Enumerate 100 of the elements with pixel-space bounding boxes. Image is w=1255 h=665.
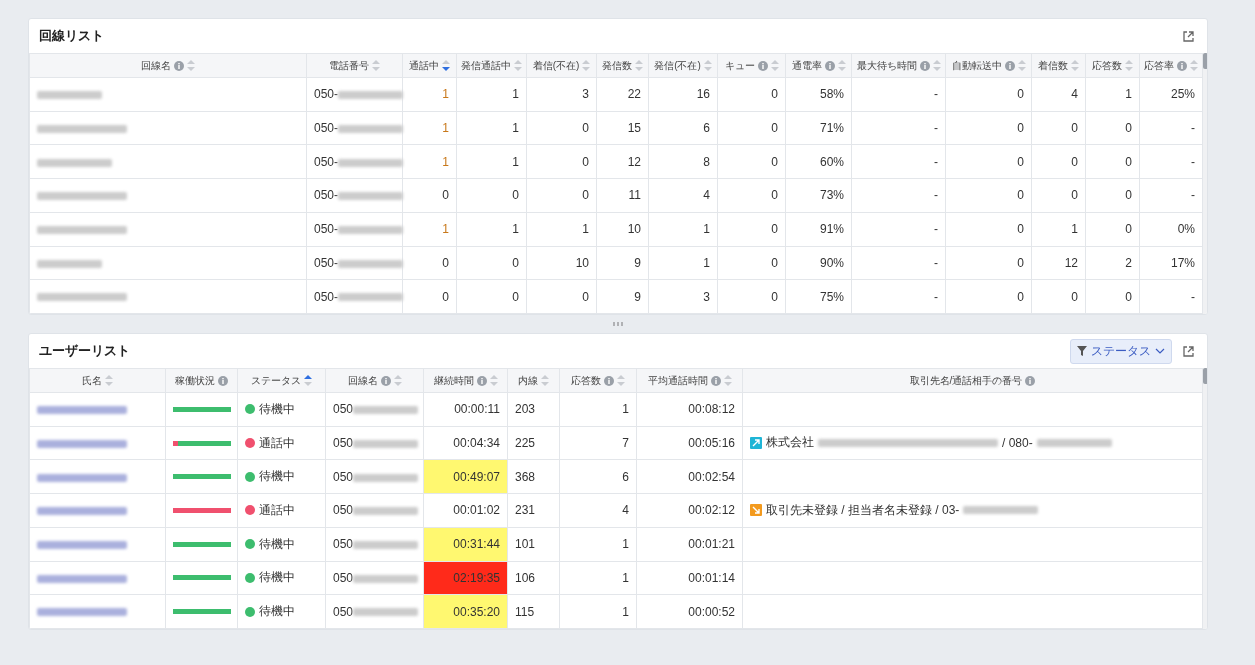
table-cell: 75%	[785, 279, 852, 314]
column-header: 応答数	[1092, 58, 1122, 73]
status-text: 待機中	[259, 603, 295, 621]
table-cell: 00:31:44	[423, 527, 508, 561]
table-cell: 0	[456, 279, 527, 314]
table-cell: 3	[526, 77, 597, 112]
table-cell: 203	[507, 392, 560, 427]
table-cell: 4	[559, 493, 637, 528]
table-cell: 0	[456, 246, 527, 280]
column-header: 自動転送中	[951, 58, 1002, 73]
table-cell: 4	[1031, 77, 1086, 112]
table-cell: 050	[325, 561, 424, 595]
table-cell: 2	[1085, 246, 1140, 280]
redacted-text	[353, 406, 419, 415]
sort-icon[interactable]	[304, 375, 312, 386]
table-cell: 6	[559, 459, 637, 494]
table-cell: 11	[596, 178, 649, 213]
table-cell: 10	[596, 212, 649, 246]
table-cell: 1	[402, 111, 457, 145]
table-cell: 368	[507, 459, 560, 494]
table-cell: 050	[325, 594, 424, 629]
redacted-text	[37, 91, 102, 100]
table-cell: 00:00:11	[423, 392, 508, 427]
table-cell: 0	[1085, 144, 1140, 179]
table-cell: -	[851, 246, 946, 280]
table-cell: 0	[526, 178, 597, 213]
column-header: 応答率	[1144, 58, 1174, 73]
table-cell: 00:04:34	[423, 426, 508, 460]
column-header: 応答数	[571, 373, 601, 388]
table-cell: 15	[596, 111, 649, 145]
table-cell: 9	[596, 246, 649, 280]
table-cell: 58%	[785, 77, 852, 112]
table-cell: 60%	[785, 144, 852, 179]
table-cell: 1	[559, 561, 637, 595]
redacted-text	[338, 293, 404, 302]
status-text: 待機中	[259, 535, 295, 553]
panel-title: 回線リスト	[39, 27, 104, 45]
table-cell: -	[1139, 178, 1203, 213]
table-cell: 050-	[306, 111, 403, 145]
table-cell: 1	[559, 392, 637, 427]
column-header: 氏名	[82, 373, 102, 388]
status-text: 通話中	[259, 434, 295, 452]
table-cell: -	[1139, 279, 1203, 314]
column-header: 電話番号	[329, 58, 369, 73]
table-cell: 16	[648, 77, 718, 112]
table-cell: 0	[717, 279, 786, 314]
filter-icon	[1077, 346, 1087, 356]
redacted-text	[353, 541, 419, 549]
table-cell: -	[851, 279, 946, 314]
table-cell: 0	[526, 144, 597, 179]
table-cell: 3	[648, 279, 718, 314]
table-cell: 0	[402, 246, 457, 280]
table-cell: 050-	[306, 279, 403, 314]
column-header: 着信(不在)	[532, 58, 580, 73]
table-cell: 0	[945, 212, 1032, 246]
table-cell: -	[1139, 144, 1203, 179]
table-cell: 10	[526, 246, 597, 280]
table-cell: 1	[402, 212, 457, 246]
redacted-text	[338, 158, 404, 167]
table-cell: 9	[596, 279, 649, 314]
table-cell: 0	[526, 279, 597, 314]
table-cell: 0	[945, 246, 1032, 280]
column-header: 最大待ち時間	[856, 58, 917, 73]
filter-button[interactable]: ステータス	[1070, 338, 1172, 364]
table-cell: 0	[1031, 279, 1086, 314]
table-cell: 6	[648, 111, 718, 145]
table-cell: 1	[526, 212, 597, 246]
table-cell: -	[851, 178, 946, 213]
column-header: 通話中	[409, 58, 439, 73]
table-cell: 1	[402, 77, 457, 112]
column-header: 継続時間	[433, 373, 474, 388]
table-cell: 17%	[1139, 246, 1203, 280]
table-cell: 0	[717, 144, 786, 179]
table-cell: 1	[456, 212, 527, 246]
table-cell: -	[851, 212, 946, 246]
table-cell: -	[851, 77, 946, 112]
status-text: 待機中	[259, 400, 295, 418]
sort-icon[interactable]	[442, 60, 450, 71]
column-header: 回線名	[141, 58, 171, 73]
table-cell: 1	[559, 527, 637, 561]
table-cell: 4	[648, 178, 718, 213]
table-cell: 0	[717, 111, 786, 145]
external-link-icon[interactable]	[1182, 29, 1195, 43]
chevron-down-icon	[1155, 346, 1165, 356]
table-cell: 1	[456, 111, 527, 145]
redacted-text	[338, 259, 404, 268]
table-cell: -	[851, 144, 946, 179]
column-header: 着信数	[1038, 58, 1068, 73]
table-cell: 12	[596, 144, 649, 179]
table-cell: -	[851, 111, 946, 145]
partner-text: / 080-	[1002, 435, 1033, 450]
table-cell: 0	[945, 279, 1032, 314]
table-cell: 050-	[306, 246, 403, 280]
table-cell: 0	[945, 144, 1032, 179]
table-cell: 0	[945, 111, 1032, 145]
table-cell: 1	[648, 212, 718, 246]
table-cell: 0	[1085, 178, 1140, 213]
table-cell: 0	[945, 178, 1032, 213]
drag-handle-icon[interactable]	[613, 322, 623, 326]
external-link-icon[interactable]	[1182, 344, 1195, 358]
